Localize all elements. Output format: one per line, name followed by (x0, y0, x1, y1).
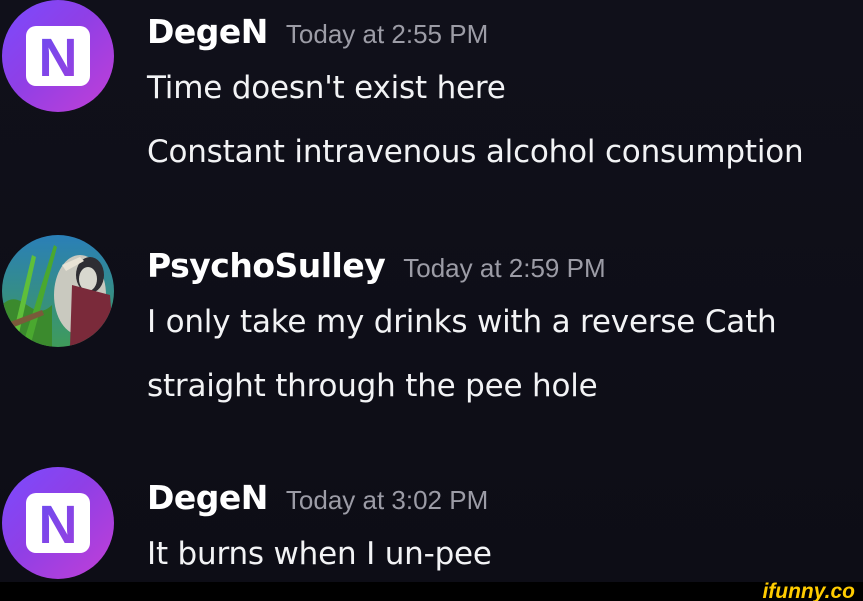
message-3: N DegeN Today at 3:02 PM It burns when I … (0, 0, 863, 582)
watermark: ifunny.co (762, 580, 855, 601)
watermark-bar: ifunny.co (0, 580, 863, 601)
svg-text:N: N (39, 495, 78, 553)
chat-log: N DegeN Today at 2:55 PM Time doesn't exi… (0, 0, 863, 582)
username[interactable]: DegeN (147, 478, 268, 517)
avatar[interactable]: N (2, 467, 114, 579)
message-text: It burns when I un-pee (147, 536, 492, 572)
n-logo-icon: N (26, 493, 90, 553)
timestamp[interactable]: Today at 3:02 PM (286, 485, 488, 515)
message-header: DegeN Today at 3:02 PM (147, 478, 488, 517)
